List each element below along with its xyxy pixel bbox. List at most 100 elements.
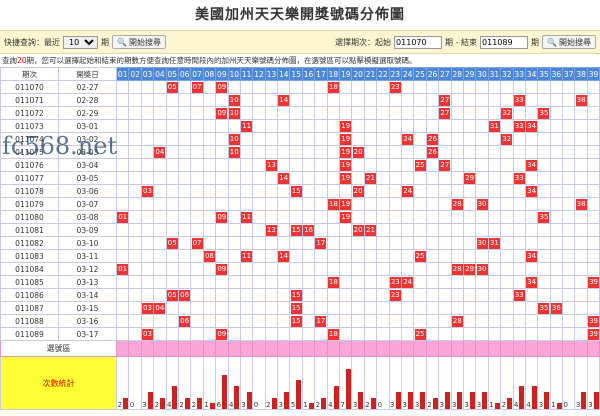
drawn-number: 11	[241, 211, 252, 223]
grid-cell	[264, 314, 279, 328]
grid-cell	[339, 249, 353, 263]
issue-cell: 011075	[0, 145, 59, 159]
grid-cell	[500, 223, 514, 237]
grid-cell: 19	[339, 171, 353, 185]
select-cell[interactable]	[314, 340, 328, 357]
select-cell[interactable]	[351, 340, 365, 357]
select-cell[interactable]	[339, 340, 353, 357]
grid-cell	[289, 262, 303, 276]
grid-cell	[165, 327, 179, 341]
grid-cell: 18	[326, 275, 341, 289]
select-cell[interactable]	[450, 340, 464, 357]
grid-cell	[252, 275, 266, 289]
count-bar	[333, 386, 339, 409]
notice-count: 20	[17, 56, 27, 65]
select-cell[interactable]	[475, 340, 489, 357]
select-cell[interactable]	[500, 340, 514, 357]
select-cell[interactable]	[586, 340, 600, 357]
grid-cell	[400, 197, 415, 211]
drawn-number: 35	[538, 107, 550, 119]
select-cell[interactable]	[177, 340, 192, 357]
select-cell[interactable]	[376, 340, 390, 357]
grid-cell	[239, 301, 254, 315]
grid-cell	[215, 158, 229, 172]
grid-cell	[388, 132, 403, 146]
grid-cell	[202, 184, 217, 198]
select-cell[interactable]	[289, 340, 303, 357]
drawn-number: 29	[464, 263, 475, 275]
select-cell[interactable]	[165, 340, 179, 357]
select-cell[interactable]	[140, 340, 155, 357]
select-cell[interactable]	[438, 340, 452, 357]
count-label: 3	[439, 401, 445, 409]
select-cell[interactable]	[153, 340, 167, 357]
select-cell[interactable]	[190, 340, 204, 357]
select-cell[interactable]	[400, 340, 415, 357]
select-cell[interactable]	[487, 340, 502, 357]
select-cell[interactable]	[549, 340, 564, 357]
grid-cell	[450, 236, 464, 250]
grid-cell	[153, 275, 167, 289]
select-cell[interactable]	[425, 340, 440, 357]
grid-cell	[277, 327, 291, 341]
recent-count-select[interactable]: 10	[63, 35, 98, 49]
start-issue-input[interactable]	[394, 35, 443, 49]
number-header: 39	[586, 67, 600, 81]
grid-cell	[537, 184, 551, 198]
select-cell[interactable]	[128, 340, 142, 357]
grid-cell	[450, 327, 464, 341]
select-cell[interactable]	[562, 340, 576, 357]
date-cell: 03-06	[58, 184, 117, 198]
grid-cell	[314, 210, 328, 224]
count-label: 0	[377, 401, 383, 409]
range-search-button[interactable]: 🔍 開始搜尋	[542, 35, 596, 49]
grid-cell	[215, 119, 229, 133]
select-cell[interactable]	[574, 340, 588, 357]
count-bar	[494, 403, 500, 409]
grid-cell	[351, 236, 365, 250]
table-row: 011077 03-05 14 19 21 29 33	[0, 171, 600, 185]
select-cell[interactable]	[264, 340, 279, 357]
end-issue-input[interactable]	[480, 35, 529, 49]
select-cell[interactable]	[301, 340, 316, 357]
grid-cell	[537, 223, 551, 237]
grid-cell	[586, 106, 600, 120]
select-cell[interactable]	[462, 340, 477, 357]
quick-search-button[interactable]: 🔍 開始搜尋	[112, 35, 166, 49]
select-cell[interactable]	[215, 340, 229, 357]
drawn-number: 17	[315, 315, 327, 327]
grid-cell	[388, 184, 403, 198]
select-cell[interactable]	[227, 340, 241, 357]
stat-bar-group: 2	[192, 359, 203, 409]
select-cell[interactable]	[277, 340, 291, 357]
grid-cell	[153, 171, 167, 185]
select-cell[interactable]	[537, 340, 551, 357]
drawn-number: 20	[352, 224, 364, 236]
select-cell[interactable]	[512, 340, 526, 357]
grid-cell: 39	[586, 314, 600, 328]
select-cell[interactable]	[524, 340, 539, 357]
grid-cell: 27	[438, 158, 452, 172]
grid-cell	[562, 145, 576, 159]
grid-cell	[400, 119, 415, 133]
stat-cell: 3	[140, 356, 155, 410]
select-cell[interactable]	[363, 340, 378, 357]
select-cell[interactable]	[388, 340, 403, 357]
stat-bar-group: 2	[118, 359, 128, 409]
grid-cell	[400, 145, 415, 159]
select-cell[interactable]	[413, 340, 427, 357]
select-cell[interactable]	[239, 340, 254, 357]
select-cell[interactable]	[202, 340, 217, 357]
table-row: 011078 03-06 03 15 20 24 34	[0, 184, 600, 198]
grid-cell	[314, 119, 328, 133]
select-cell[interactable]	[252, 340, 266, 357]
select-cell[interactable]	[326, 340, 341, 357]
grid-cell	[215, 197, 229, 211]
grid-cell	[301, 132, 316, 146]
grid-cell	[376, 158, 390, 172]
grid-cell	[128, 288, 142, 302]
select-cell[interactable]	[115, 340, 130, 357]
grid-cell	[438, 249, 452, 263]
drawn-number: 19	[340, 172, 351, 184]
grid-cell	[301, 93, 316, 107]
